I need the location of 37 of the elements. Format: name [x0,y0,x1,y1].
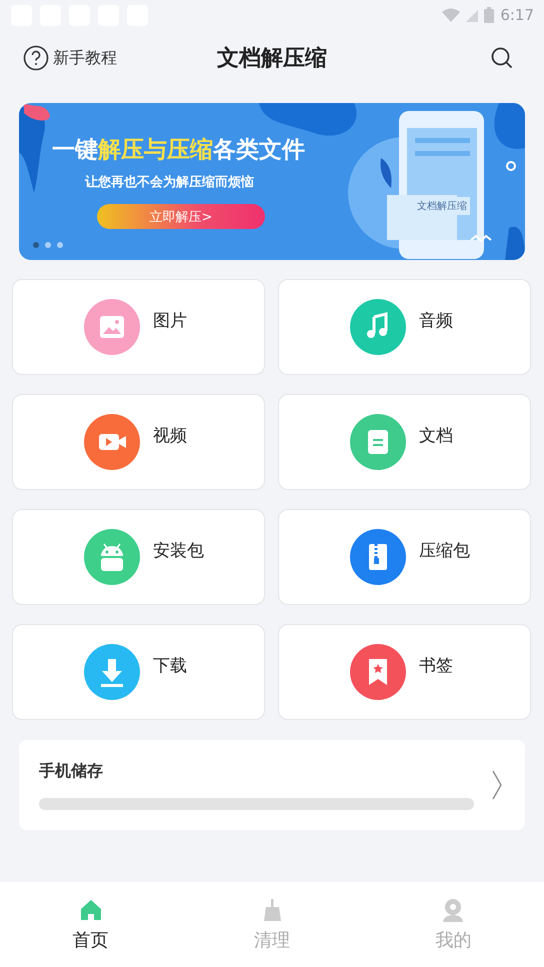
banner-subtitle: 让您再也不会为解压缩而烦恼 [85,174,254,191]
category-label: 安装包 [153,540,204,562]
category-label: 压缩包 [419,540,470,562]
battery-icon [484,7,494,23]
category-card[interactable]: 视频 [12,394,265,490]
storage-title: 手机储存 [39,760,104,782]
category-label: 图片 [153,310,187,332]
help-icon [23,45,49,71]
phone-screen-label: 文档解压缩 [414,197,470,215]
banner-headline: 一键解压与压缩各类文件 [52,136,305,165]
search-icon[interactable] [491,47,513,69]
banner[interactable]: 一键解压与压缩各类文件 让您再也不会为解压缩而烦恼 立即解压> 文档解压缩 [19,103,525,260]
carousel-dot[interactable] [45,242,51,248]
nav-tab[interactable]: 首页 [0,882,182,967]
wifi-icon [442,8,460,22]
category-card[interactable]: 压缩包 [278,509,531,605]
carousel-dot[interactable] [33,242,39,248]
carousel-dot[interactable] [57,242,63,248]
home-icon [78,898,103,922]
clock: 6:17 [500,6,534,24]
category-label: 下载 [153,654,187,676]
category-card[interactable]: 图片 [12,279,265,375]
app-title: 文档解压缩 [216,45,328,73]
chevron-right-icon [492,770,502,800]
help-link[interactable]: 新手教程 [23,45,117,71]
category-card[interactable]: 下载 [12,624,265,720]
category-card[interactable]: 书签 [278,624,531,720]
signal-icon [466,8,478,22]
category-card[interactable]: 安装包 [12,509,265,605]
category-label: 视频 [153,424,187,446]
category-card[interactable]: 音频 [278,279,531,375]
category-label: 音频 [419,310,453,332]
category-label: 文档 [419,424,453,446]
category-label: 书签 [419,654,453,676]
storage-card[interactable]: 手机储存 [19,740,525,830]
category-card[interactable]: 文档 [278,394,531,490]
person-icon [441,898,466,922]
